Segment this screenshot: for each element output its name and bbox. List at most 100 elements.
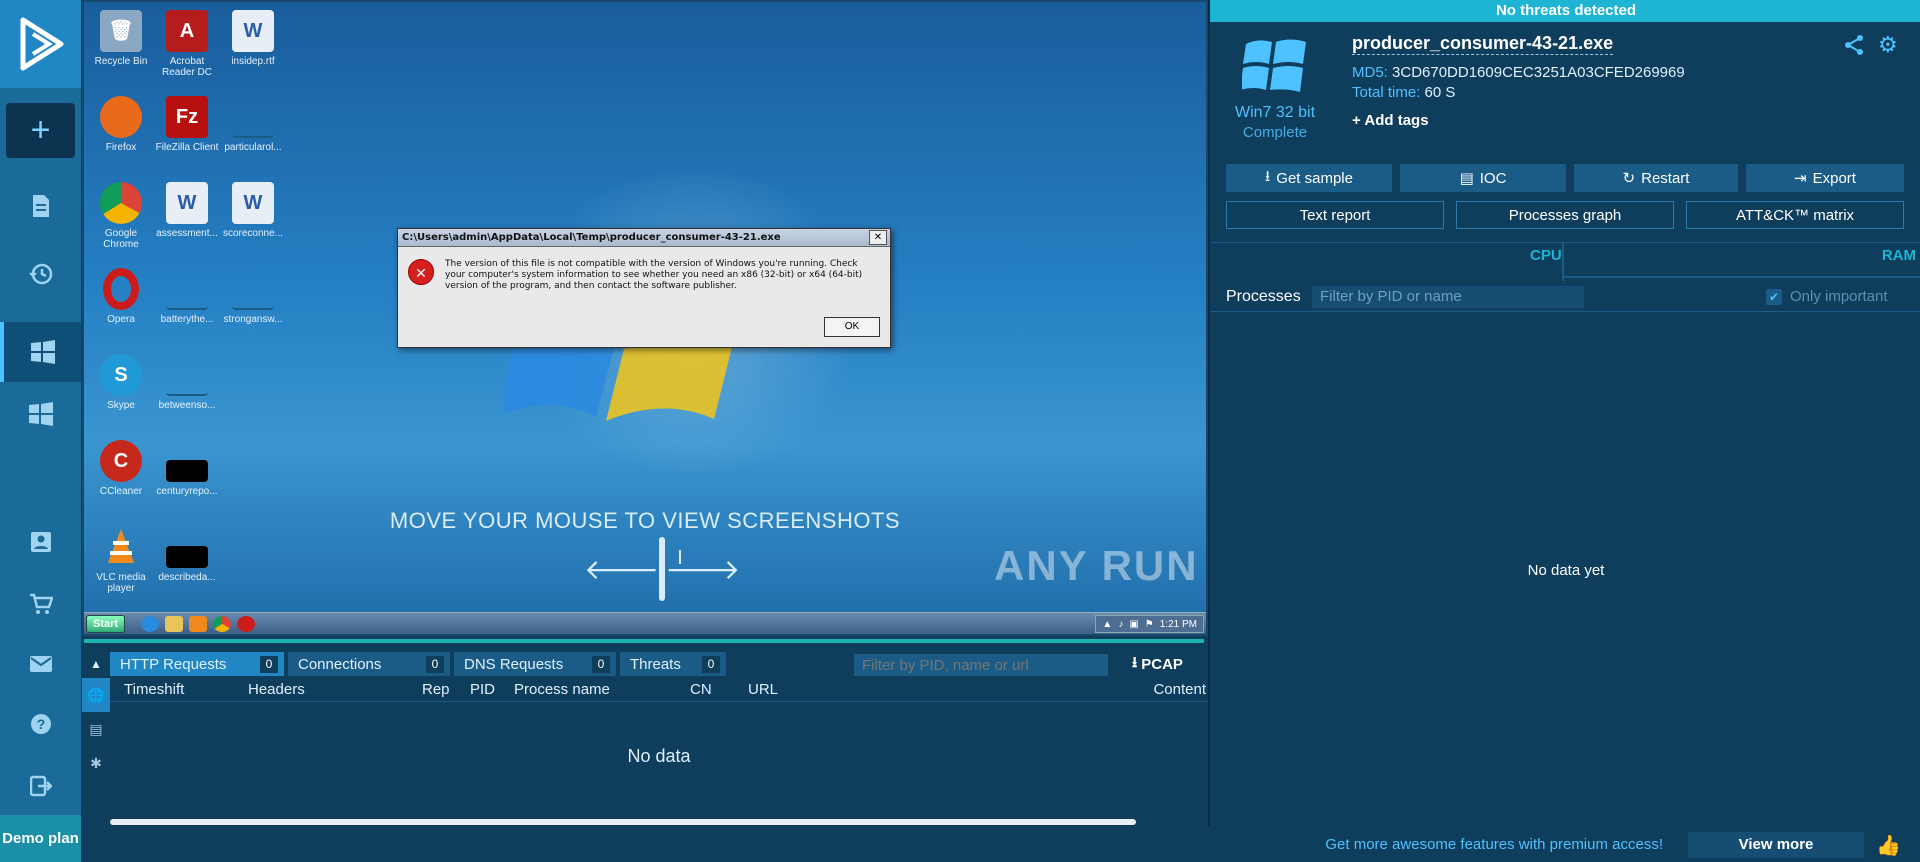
tab-connections[interactable]: Connections 0: [288, 652, 450, 676]
dialog-close-button[interactable]: ✕: [869, 230, 887, 245]
horizontal-scrollbar[interactable]: [110, 819, 1208, 825]
desktop-icon-acrobat[interactable]: A Acrobat Reader DC: [152, 10, 222, 78]
pcap-download-button[interactable]: ⭳ PCAP: [1132, 652, 1183, 676]
column-timeshift[interactable]: Timeshift: [124, 681, 184, 698]
sidebar-item-history[interactable]: [0, 244, 81, 304]
ie-taskbar-icon[interactable]: [141, 615, 160, 632]
action-buttons: ⭳ Get sample ▤ IOC ↻ Restart ⇥ Export: [1226, 164, 1906, 192]
attck-matrix-button[interactable]: ATT&CK™ matrix: [1686, 201, 1904, 229]
arrow-left-icon[interactable]: 🡐: [584, 552, 659, 586]
warning-taskbar-icon[interactable]: [237, 615, 256, 632]
desktop-icon-rtf[interactable]: W insidep.rtf: [218, 10, 288, 67]
export-button[interactable]: ⇥ Export: [1746, 164, 1904, 192]
column-url[interactable]: URL: [748, 681, 778, 698]
only-important-label[interactable]: Only important: [1790, 288, 1888, 305]
desktop-icon-file[interactable]: betweenso...: [152, 354, 222, 411]
dialog-ok-button[interactable]: OK: [824, 317, 880, 337]
column-pid[interactable]: PID: [470, 681, 495, 698]
desktop-icon-label: assessment...: [156, 228, 218, 239]
column-cn[interactable]: CN: [690, 681, 712, 698]
processes-graph-button[interactable]: Processes graph: [1456, 201, 1674, 229]
speaker-icon[interactable]: ♪: [1118, 619, 1123, 630]
sidebar-item-reports[interactable]: [0, 176, 81, 236]
network-filter-input[interactable]: [854, 654, 1108, 676]
desktop-icon-ccleaner[interactable]: C CCleaner: [86, 440, 156, 497]
tab-threats[interactable]: Threats 0: [620, 652, 726, 676]
desktop-icon-file[interactable]: batterythe...: [152, 268, 222, 325]
tab-http-requests[interactable]: HTTP Requests 0: [110, 652, 284, 676]
md5-value[interactable]: 3CD670DD1609CEC3251A03CFED269969: [1392, 64, 1685, 81]
sidebar-item-current-task[interactable]: [0, 322, 81, 382]
flag-icon[interactable]: ⚑: [1145, 619, 1154, 630]
column-headers[interactable]: Headers: [248, 681, 305, 698]
desktop-icon-file[interactable]: W assessment...: [152, 182, 222, 239]
file-icon: [166, 268, 208, 310]
tab-dns-requests[interactable]: DNS Requests 0: [454, 652, 616, 676]
globe-icon[interactable]: 🌐: [82, 678, 110, 712]
plan-badge[interactable]: Demo plan: [0, 815, 81, 862]
column-content[interactable]: Content: [1153, 681, 1206, 698]
sidebar-item-public-tasks[interactable]: [0, 384, 81, 444]
new-task-button[interactable]: +: [6, 103, 75, 158]
processes-header: Processes Filter by PID or name ✔ Only i…: [1210, 282, 1920, 312]
process-filter-input[interactable]: Filter by PID or name: [1312, 286, 1584, 308]
tab-count: 0: [702, 656, 720, 673]
sidebar-item-shop[interactable]: [0, 574, 81, 634]
desktop-icon-filezilla[interactable]: Fz FileZilla Client: [152, 96, 222, 153]
desktop-icon-opera[interactable]: Opera: [86, 268, 156, 325]
column-rep[interactable]: Rep: [422, 681, 450, 698]
taskbar-clock[interactable]: 1:21 PM: [1160, 619, 1197, 630]
tray-arrow-icon[interactable]: ▲: [1102, 619, 1112, 630]
tab-label: HTTP Requests: [120, 655, 227, 673]
recycle-bin-icon: 🗑: [100, 10, 142, 52]
sidebar-item-mail[interactable]: [0, 634, 81, 694]
start-button[interactable]: Start: [86, 614, 126, 633]
only-important-checkbox[interactable]: ✔: [1766, 289, 1782, 305]
get-sample-button[interactable]: ⭳ Get sample: [1226, 164, 1392, 192]
arrow-right-icon[interactable]: 🡒: [665, 552, 740, 586]
share-icon[interactable]: [1843, 34, 1865, 62]
desktop-icon-recycle-bin[interactable]: 🗑 Recycle Bin: [86, 10, 156, 67]
desktop-icon-chrome[interactable]: Google Chrome: [86, 182, 156, 250]
view-more-button[interactable]: View more: [1688, 832, 1864, 858]
bug-icon[interactable]: ✱: [82, 746, 110, 780]
mail-icon: [29, 656, 52, 672]
sidebar: + ? Demo plan: [0, 0, 81, 862]
document-icon[interactable]: ▤: [82, 712, 110, 746]
screenshot-hint: MOVE YOUR MOUSE TO VIEW SCREENSHOTS: [389, 508, 901, 533]
anyrun-logo[interactable]: [0, 0, 81, 88]
chrome-taskbar-icon[interactable]: [213, 615, 232, 632]
total-time-value: 60 S: [1424, 84, 1456, 101]
explorer-taskbar-icon[interactable]: [165, 615, 184, 632]
desktop-icon-label: particularol...: [224, 142, 282, 153]
media-taskbar-icon[interactable]: [189, 615, 208, 632]
desktop-icon-file[interactable]: centuryrepo...: [152, 440, 222, 497]
opera-icon: [103, 268, 139, 310]
desktop-icon-label: VLC media player: [96, 572, 146, 594]
tab-label: Threats: [630, 655, 681, 673]
sidebar-item-help[interactable]: ?: [0, 694, 81, 754]
gear-icon[interactable]: ⚙: [1878, 32, 1898, 58]
desktop-icon-firefox[interactable]: Firefox: [86, 96, 156, 153]
desktop-icon-skype[interactable]: S Skype: [86, 354, 156, 411]
thumbs-up-icon[interactable]: 👍: [1876, 833, 1901, 857]
network-icon[interactable]: ▣: [1129, 619, 1138, 630]
desktop-icon-file[interactable]: particularol...: [218, 96, 288, 153]
windows-icon: [30, 340, 55, 364]
vm-desktop-screenshot[interactable]: 🗑 Recycle Bin A Acrobat Reader DC W insi…: [82, 0, 1208, 636]
desktop-icon-vlc[interactable]: VLC media player: [86, 526, 156, 594]
text-report-button[interactable]: Text report: [1226, 201, 1444, 229]
desktop-icon-file[interactable]: describeda...: [152, 526, 222, 583]
sidebar-item-logout[interactable]: [0, 756, 81, 816]
ioc-button[interactable]: ▤ IOC: [1400, 164, 1566, 192]
column-process-name[interactable]: Process name: [514, 681, 610, 698]
scrollbar-thumb[interactable]: [110, 819, 1136, 825]
app-root: + ? Demo plan 🗑 Recycle Bin A Acrobat Re…: [0, 0, 1920, 862]
sample-filename[interactable]: producer_consumer-43-21.exe: [1352, 33, 1614, 55]
desktop-icon-file[interactable]: W scoreconne...: [218, 182, 288, 239]
add-tags-button[interactable]: + Add tags: [1352, 112, 1429, 129]
desktop-icon-file[interactable]: strongansw...: [218, 268, 288, 325]
restart-button[interactable]: ↻ Restart: [1574, 164, 1738, 192]
dialog-message: The version of this file is not compatib…: [445, 259, 863, 291]
sidebar-item-profile[interactable]: [0, 512, 81, 572]
